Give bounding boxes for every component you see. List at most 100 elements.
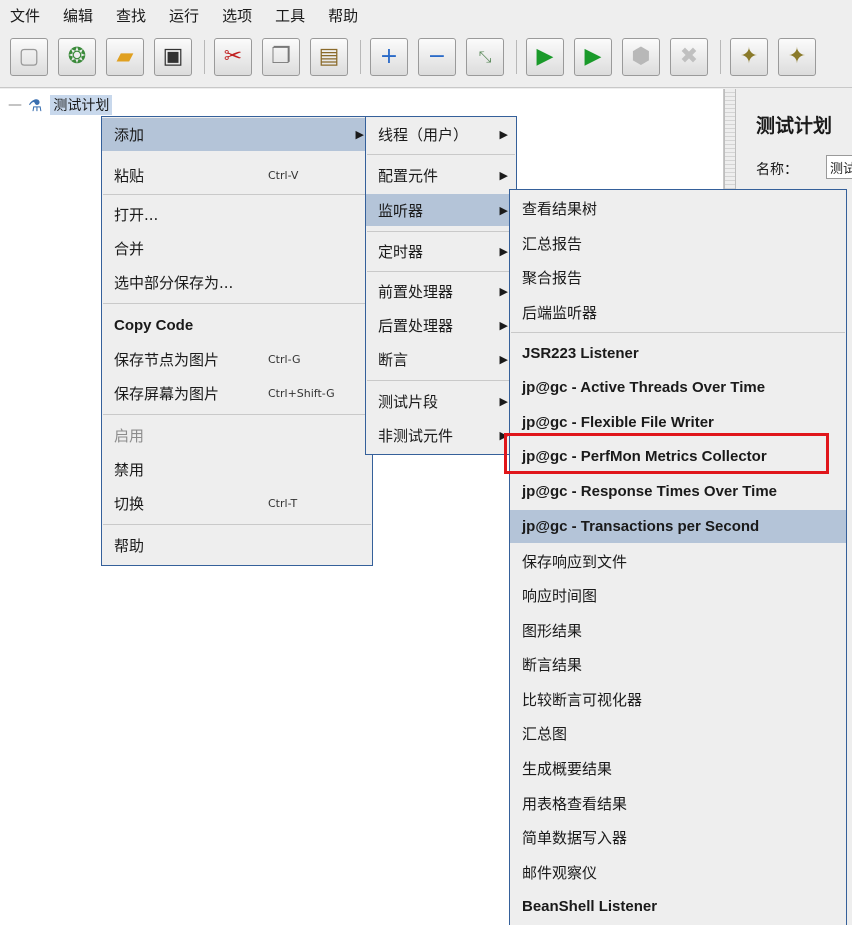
menu-item-label: jp@gc - Active Threads Over Time <box>522 379 766 396</box>
start-no-pause-button[interactable]: ▶ <box>574 38 612 76</box>
listener-item-assertion-results[interactable]: 断言结果 <box>510 648 846 681</box>
submenu-item-assertion[interactable]: 断言 ▶ <box>366 343 516 375</box>
menu-item-paste[interactable]: 粘贴 Ctrl-V <box>102 159 372 191</box>
menu-separator <box>511 332 845 333</box>
menu-item-save-screen-image[interactable]: 保存屏幕为图片 Ctrl+Shift-G <box>102 377 372 409</box>
listener-item-tps[interactable]: jp@gc - Transactions per Second <box>510 510 846 543</box>
listener-item-generate-summary[interactable]: 生成概要结果 <box>510 752 846 785</box>
menu-bar: 文件 编辑 查找 运行 选项 工具 帮助 <box>0 0 852 30</box>
submenu-arrow-icon: ▶ <box>499 352 508 366</box>
listener-item-response-time-graph[interactable]: 响应时间图 <box>510 579 846 612</box>
toolbar-separator <box>516 40 517 74</box>
clear-all-button[interactable]: ✦ <box>778 38 816 76</box>
menu-item-label: 用表格查看结果 <box>522 795 628 813</box>
listener-submenu: 查看结果树 汇总报告 聚合报告 后端监听器 JSR223 Listener jp… <box>509 189 847 925</box>
menu-item-label: 保存屏幕为图片 <box>114 384 220 403</box>
listener-item-mailer[interactable]: 邮件观察仪 <box>510 856 846 889</box>
menu-tools[interactable]: 工具 <box>271 3 309 28</box>
expand-button[interactable]: + <box>370 38 408 76</box>
stop-button[interactable]: ⬢ <box>622 38 660 76</box>
menu-item-label: 配置元件 <box>378 166 439 185</box>
start-button[interactable]: ▶ <box>526 38 564 76</box>
menu-item-open[interactable]: 打开... <box>102 198 372 230</box>
listener-item-jsr223[interactable]: JSR223 Listener <box>510 337 846 370</box>
clear-button[interactable]: ✦ <box>730 38 768 76</box>
listener-item-beanshell[interactable]: BeanShell Listener <box>510 890 846 923</box>
save-button[interactable]: ▣ <box>154 38 192 76</box>
listener-item-response-times[interactable]: jp@gc - Response Times Over Time <box>510 475 846 508</box>
menu-item-label: jp@gc - Response Times Over Time <box>522 483 777 500</box>
menu-item-save-selection[interactable]: 选中部分保存为... <box>102 266 372 298</box>
toolbar-separator <box>360 40 361 74</box>
menu-item-label: 粘贴 <box>114 166 145 185</box>
menu-item-label: 生成概要结果 <box>522 760 613 778</box>
copy-button[interactable]: ❐ <box>262 38 300 76</box>
menu-item-merge[interactable]: 合并 <box>102 232 372 264</box>
shortcut-label: Ctrl+Shift-G <box>268 386 335 400</box>
menu-search[interactable]: 查找 <box>112 3 150 28</box>
listener-item-view-table[interactable]: 用表格查看结果 <box>510 787 846 820</box>
menu-item-label: 断言结果 <box>522 656 583 674</box>
menu-item-label: Copy Code <box>114 316 194 334</box>
new-button[interactable]: ▢ <box>10 38 48 76</box>
shortcut-label: Ctrl-T <box>268 496 298 510</box>
submenu-item-threads[interactable]: 线程（用户） ▶ <box>366 118 516 151</box>
submenu-arrow-icon: ▶ <box>499 284 508 298</box>
submenu-item-timer[interactable]: 定时器 ▶ <box>366 235 516 267</box>
submenu-item-pre-processor[interactable]: 前置处理器 ▶ <box>366 275 516 307</box>
listener-item-backend-listener[interactable]: 后端监听器 <box>510 296 846 329</box>
menu-file[interactable]: 文件 <box>6 3 44 28</box>
toolbar-separator <box>204 40 205 74</box>
menu-run[interactable]: 运行 <box>165 3 203 28</box>
tree-node-label: 测试计划 <box>50 95 113 115</box>
menu-item-label: 切换 <box>114 494 145 513</box>
toggle-button[interactable]: ⤡ <box>466 38 504 76</box>
menu-item-add[interactable]: 添加 ▶ <box>102 118 372 151</box>
menu-options[interactable]: 选项 <box>218 3 256 28</box>
clear-icon: ✦ <box>739 44 759 69</box>
listener-item-comparison-visualizer[interactable]: 比较断言可视化器 <box>510 683 846 716</box>
menu-edit[interactable]: 编辑 <box>59 3 97 28</box>
templates-button[interactable]: ❂ <box>58 38 96 76</box>
submenu-item-listener[interactable]: 监听器 ▶ <box>366 194 516 226</box>
submenu-item-test-fragment[interactable]: 测试片段 ▶ <box>366 385 516 417</box>
menu-item-help[interactable]: 帮助 <box>102 529 372 561</box>
listener-item-save-responses[interactable]: 保存响应到文件 <box>510 545 846 578</box>
listener-item-results-tree[interactable]: 查看结果树 <box>510 192 846 225</box>
cut-icon: ✂ <box>223 44 243 69</box>
paste-button[interactable]: ▤ <box>310 38 348 76</box>
toolbar-separator <box>720 40 721 74</box>
menu-item-label: 聚合报告 <box>522 269 583 287</box>
start-no-pause-icon: ▶ <box>584 44 602 69</box>
menu-item-label: 响应时间图 <box>522 587 598 605</box>
menu-item-label: 非测试元件 <box>378 426 454 445</box>
menu-item-label: 查看结果树 <box>522 200 598 218</box>
menu-item-copy-code[interactable]: Copy Code <box>102 309 372 341</box>
menu-item-label: 监听器 <box>378 201 424 220</box>
listener-item-summary-report[interactable]: 汇总报告 <box>510 227 846 260</box>
menu-item-label: 启用 <box>114 426 145 445</box>
menu-item-label: 保存节点为图片 <box>114 350 220 369</box>
listener-item-aggregate-report[interactable]: 聚合报告 <box>510 261 846 294</box>
menu-item-disable[interactable]: 禁用 <box>102 453 372 485</box>
menu-item-toggle[interactable]: 切换 Ctrl-T <box>102 487 372 519</box>
flask-icon: ⚗ <box>28 95 43 115</box>
stop-icon: ⬢ <box>631 44 651 69</box>
listener-item-active-threads[interactable]: jp@gc - Active Threads Over Time <box>510 371 846 404</box>
name-field[interactable]: 测试 <box>826 155 852 179</box>
submenu-item-post-processor[interactable]: 后置处理器 ▶ <box>366 309 516 341</box>
open-button[interactable]: ▰ <box>106 38 144 76</box>
listener-item-aggregate-graph[interactable]: 汇总图 <box>510 717 846 750</box>
tree-node-test-plan[interactable]: — ⚗ 测试计划 <box>8 95 113 115</box>
listener-item-graph-results[interactable]: 图形结果 <box>510 614 846 647</box>
submenu-item-non-test[interactable]: 非测试元件 ▶ <box>366 419 516 451</box>
listener-item-simple-data-writer[interactable]: 简单数据写入器 <box>510 821 846 854</box>
cut-button[interactable]: ✂ <box>214 38 252 76</box>
menu-separator <box>103 414 371 415</box>
menu-item-save-node-image[interactable]: 保存节点为图片 Ctrl-G <box>102 343 372 375</box>
menu-help[interactable]: 帮助 <box>324 3 362 28</box>
add-submenu: 线程（用户） ▶ 配置元件 ▶ 监听器 ▶ 定时器 ▶ 前置处理器 ▶ 后置处理… <box>365 116 517 455</box>
shutdown-button[interactable]: ✖ <box>670 38 708 76</box>
submenu-item-config[interactable]: 配置元件 ▶ <box>366 159 516 191</box>
collapse-button[interactable]: − <box>418 38 456 76</box>
